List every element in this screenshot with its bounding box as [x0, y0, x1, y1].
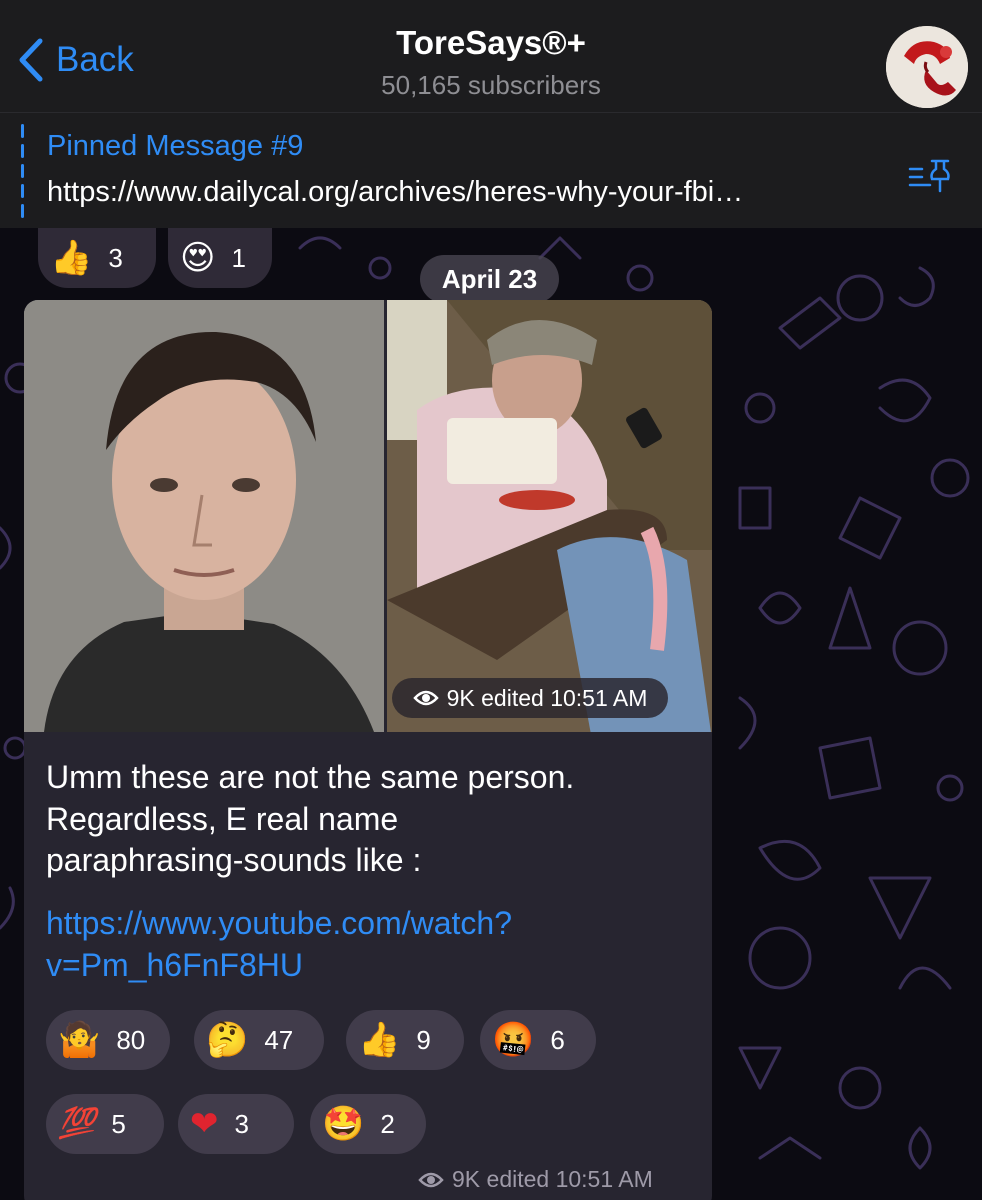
- reaction-emoji: 💯: [58, 1106, 96, 1141]
- reaction-emoji: 🤬: [492, 1020, 535, 1060]
- channel-title: ToreSays®+: [396, 24, 586, 61]
- reaction-pill[interactable]: ❤ 3: [178, 1094, 294, 1154]
- reaction-pill[interactable]: 🤩 2: [310, 1094, 426, 1154]
- channel-avatar[interactable]: [886, 26, 968, 108]
- reaction-count: 47: [264, 1024, 294, 1055]
- subscriber-count: 50,165 subscribers: [381, 70, 601, 100]
- photo-candid[interactable]: [387, 300, 712, 732]
- channel-header: Back ToreSays®+ 50,165 subscribers: [0, 0, 982, 112]
- reaction-count: 3: [234, 1108, 249, 1139]
- reaction-count: 6: [550, 1024, 565, 1055]
- message-view-count: 9K: [452, 1166, 481, 1192]
- reaction-count: 1: [231, 242, 246, 273]
- photo-mugshot[interactable]: [24, 300, 384, 732]
- reaction-pill[interactable]: 👍 9: [346, 1010, 464, 1070]
- pinned-text: https://www.dailycal.org/archives/heres-…: [47, 176, 744, 208]
- eye-icon: [418, 1172, 444, 1187]
- reaction-pill[interactable]: 😍 1: [168, 228, 272, 288]
- channel-title-area[interactable]: ToreSays®+ 50,165 subscribers: [0, 24, 982, 101]
- message-edited-time: edited 10:51 AM: [486, 1166, 653, 1192]
- message-line: Regardless, E real name: [46, 800, 399, 837]
- message-line: Umm these are not the same person.: [46, 759, 575, 795]
- message-text: Umm these are not the same person. Regar…: [46, 757, 686, 882]
- photo-edited-time: edited 10:51 AM: [481, 684, 648, 711]
- reaction-pill[interactable]: 🤔 47: [194, 1010, 324, 1070]
- pinned-title: Pinned Message #9: [47, 130, 304, 162]
- photo-view-info: 9K edited 10:51 AM: [392, 678, 668, 718]
- link-line: v=Pm_h6FnF8HU: [46, 946, 303, 983]
- link-line: https://www.youtube.com/watch?: [46, 905, 512, 941]
- reaction-pill[interactable]: 👍 3: [38, 228, 156, 288]
- reaction-count: 5: [111, 1108, 126, 1139]
- reaction-pill[interactable]: 💯 5: [46, 1094, 164, 1154]
- reaction-emoji: ❤: [190, 1104, 219, 1144]
- reaction-emoji: 👍: [50, 238, 93, 278]
- reaction-pill[interactable]: 🤬 6: [480, 1010, 596, 1070]
- reaction-pill[interactable]: 🤷 80: [46, 1010, 170, 1070]
- date-separator: April 23: [420, 255, 559, 303]
- reaction-emoji: 🤷: [58, 1020, 101, 1060]
- reaction-count: 9: [416, 1024, 431, 1055]
- youtube-link[interactable]: https://www.youtube.com/watch? v=Pm_h6Fn…: [46, 903, 646, 986]
- reaction-count: 80: [116, 1024, 146, 1055]
- pinned-list-icon[interactable]: [908, 157, 954, 193]
- reaction-emoji: 🤔: [206, 1020, 249, 1060]
- reaction-count: 3: [108, 242, 123, 273]
- reaction-emoji: 👍: [358, 1020, 401, 1060]
- reaction-emoji: 😍: [180, 238, 216, 278]
- eye-icon: [412, 690, 439, 706]
- message-view-info: 9K edited 10:51 AM: [418, 1166, 653, 1193]
- reaction-count: 2: [380, 1108, 395, 1139]
- photo-view-count: 9K: [446, 684, 475, 711]
- pinned-message-bar[interactable]: Pinned Message #9 https://www.dailycal.o…: [0, 112, 982, 228]
- pinned-indicator: [21, 124, 24, 218]
- message-line: paraphrasing-sounds like :: [46, 842, 422, 879]
- reaction-emoji: 🤩: [322, 1104, 365, 1144]
